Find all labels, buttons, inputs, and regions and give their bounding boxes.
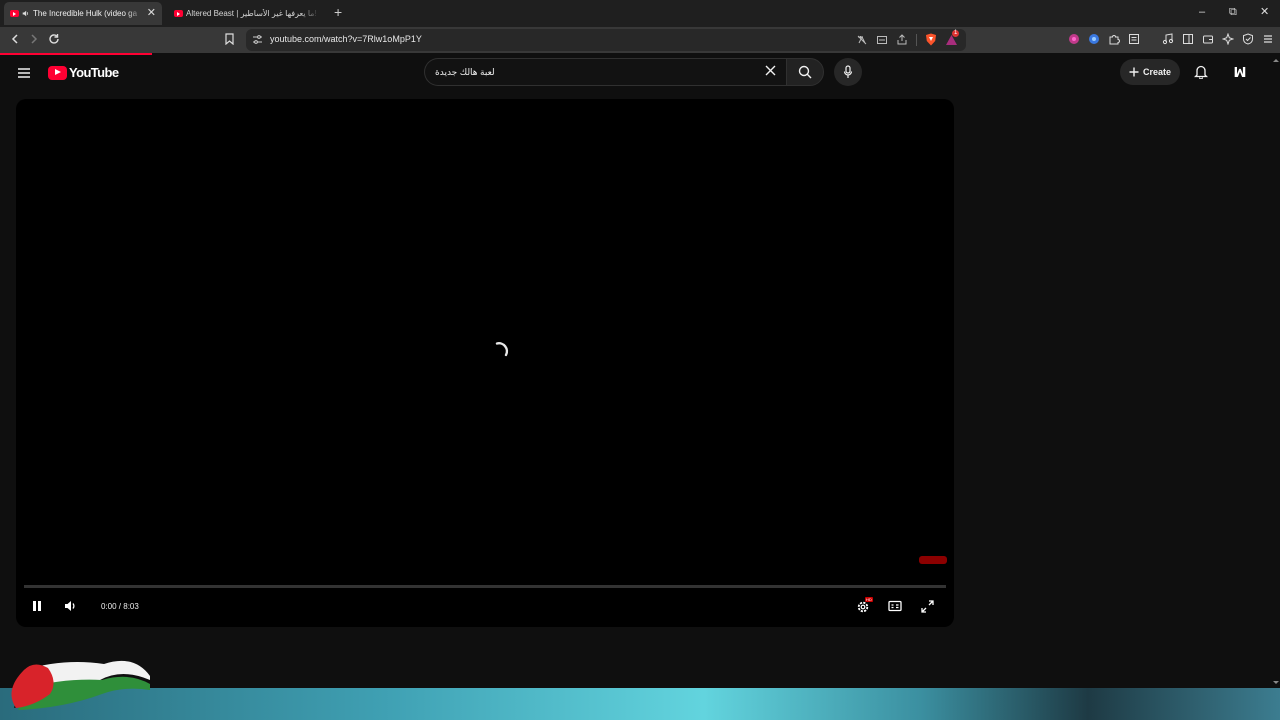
search-input[interactable]: لعبة هالك جديدة	[424, 58, 787, 86]
share-icon[interactable]	[896, 33, 908, 46]
avatar[interactable]: ꟽ	[1230, 63, 1250, 83]
mic-icon	[843, 65, 853, 79]
notification-badge: 1	[952, 29, 960, 37]
extension-icon[interactable]	[1088, 33, 1100, 45]
video-player[interactable]: 0:00 / 8:03 HD	[16, 99, 954, 627]
search-button[interactable]	[786, 58, 824, 86]
player-controls: 0:00 / 8:03 HD	[16, 595, 954, 621]
voice-search-button[interactable]	[834, 58, 862, 86]
site-info-icon[interactable]	[252, 34, 263, 45]
reload-icon[interactable]	[48, 33, 60, 45]
youtube-favicon-icon	[10, 10, 19, 17]
bell-icon[interactable]	[1194, 64, 1208, 79]
time-display: 0:00 / 8:03	[101, 602, 139, 611]
search-icon	[798, 65, 812, 79]
overlay-background-strip	[0, 688, 1280, 720]
extension-icon[interactable]	[1068, 33, 1080, 45]
url-text[interactable]: youtube.com/watch?v=7Rlw1oMpP1Y	[270, 34, 422, 44]
address-bar[interactable]: youtube.com/watch?v=7Rlw1oMpP1Y 1	[246, 29, 966, 51]
reader-icon[interactable]	[1128, 33, 1140, 45]
plus-icon	[1129, 67, 1139, 77]
brave-rewards-icon[interactable]: 1	[945, 29, 960, 46]
new-tab-button[interactable]: +	[334, 5, 342, 19]
clear-icon[interactable]	[765, 65, 776, 76]
media-icon[interactable]	[1162, 33, 1174, 45]
extensions-icon[interactable]	[1108, 33, 1120, 45]
logo-text: YouTube	[69, 65, 119, 80]
browser-tab-strip: The Incredible Hulk (video ga ✕ Altered …	[0, 0, 1280, 27]
flag-sticker-icon	[4, 650, 154, 712]
brave-shield-icon[interactable]	[925, 33, 937, 46]
ad-marker	[919, 556, 947, 564]
forward-icon[interactable]	[28, 33, 40, 45]
bookmark-icon[interactable]	[224, 33, 235, 45]
fullscreen-icon[interactable]	[921, 600, 934, 613]
browser-toolbar: youtube.com/watch?v=7Rlw1oMpP1Y 1	[0, 27, 1280, 53]
sidebar-icon[interactable]	[1182, 33, 1194, 45]
youtube-header: YouTube لعبة هالك جديدة Create ꟽ	[0, 55, 1280, 90]
tab-close-icon[interactable]: ✕	[147, 8, 156, 19]
speaker-icon[interactable]	[22, 10, 29, 17]
vpn-icon[interactable]	[1242, 33, 1254, 45]
translate-icon[interactable]	[856, 34, 868, 46]
minimize-button[interactable]: –	[1199, 6, 1205, 18]
tab-title: Altered Beast | ما يعرفها غير الأساطير!	[186, 9, 317, 18]
tab-title: The Incredible Hulk (video ga	[33, 9, 138, 18]
create-label: Create	[1142, 67, 1171, 77]
menu-icon[interactable]	[1262, 33, 1274, 45]
wallet-icon[interactable]	[1202, 33, 1214, 45]
youtube-logo[interactable]: YouTube	[48, 65, 119, 80]
spinner-icon	[494, 341, 510, 357]
divider	[916, 33, 917, 46]
restore-button[interactable]: ⧉	[1229, 6, 1237, 18]
leo-icon[interactable]	[1222, 33, 1234, 45]
search-query: لعبة هالك جديدة	[435, 67, 495, 77]
settings-icon[interactable]: HD	[856, 597, 873, 614]
create-button[interactable]: Create	[1120, 59, 1180, 85]
pause-icon[interactable]	[32, 600, 42, 612]
subtitles-icon[interactable]	[888, 600, 902, 612]
cast-icon[interactable]	[876, 34, 888, 46]
progress-bar[interactable]	[24, 585, 946, 588]
back-icon[interactable]	[9, 33, 21, 45]
volume-icon[interactable]	[64, 600, 77, 612]
tab-altered-beast[interactable]: Altered Beast | ما يعرفها غير الأساطير!	[168, 2, 326, 25]
tab-hulk[interactable]: The Incredible Hulk (video ga ✕	[4, 2, 162, 25]
hamburger-icon[interactable]	[17, 67, 31, 79]
page-scrollbar[interactable]	[1272, 55, 1280, 688]
hd-badge: HD	[865, 597, 873, 602]
youtube-play-icon	[48, 65, 67, 80]
youtube-favicon-icon	[174, 10, 183, 17]
close-window-button[interactable]: ✕	[1260, 6, 1269, 18]
